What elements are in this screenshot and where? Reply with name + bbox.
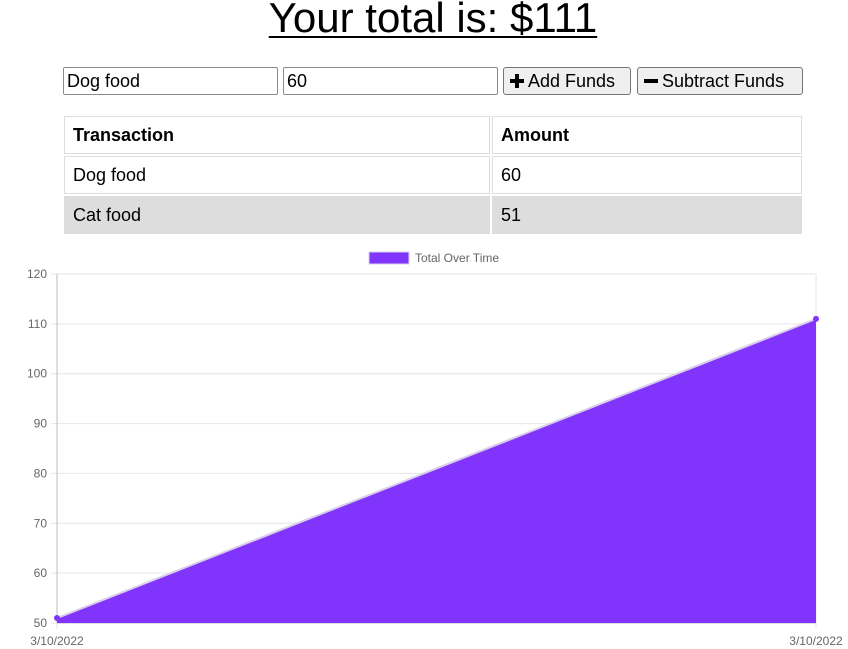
y-tick-label: 50 — [34, 616, 48, 630]
y-tick-label: 70 — [34, 516, 48, 530]
transaction-name-cell: Cat food — [64, 196, 490, 234]
y-tick-label: 90 — [34, 417, 48, 431]
column-header-amount: Amount — [492, 116, 802, 154]
add-funds-label: Add Funds — [528, 70, 616, 91]
data-point — [54, 615, 60, 622]
transactions-table: Transaction Amount Dog food 60 Cat food … — [62, 114, 804, 236]
x-tick-label: 3/10/2022 — [30, 634, 84, 648]
minus-icon — [644, 74, 658, 88]
transaction-amount-cell: 51 — [492, 196, 802, 234]
transaction-name-cell: Dog food — [64, 156, 490, 194]
table-header-row: Transaction Amount — [64, 116, 802, 154]
y-tick-label: 100 — [27, 367, 47, 381]
column-header-transaction: Transaction — [64, 116, 490, 154]
subtract-funds-label: Subtract Funds — [662, 70, 785, 91]
total-over-time-chart: 50 60 70 80 90 100 110 120 3/10/2022 3/10/2022 Tot… — [27, 251, 843, 648]
plus-icon — [510, 74, 524, 88]
table-row: Dog food 60 — [64, 156, 802, 194]
table-row: Cat food 51 — [64, 196, 802, 234]
add-funds-button[interactable]: Add Funds — [503, 67, 631, 95]
transaction-amount-cell: 60 — [492, 156, 802, 194]
data-point — [813, 315, 819, 322]
transaction-name-input[interactable] — [63, 67, 278, 95]
transaction-amount-input[interactable] — [283, 67, 498, 95]
x-tick-label: 3/10/2022 — [789, 634, 843, 648]
subtract-funds-button[interactable]: Subtract Funds — [637, 67, 803, 95]
y-tick-label: 60 — [34, 566, 48, 580]
total-heading: Your total is: $111 — [268, 0, 598, 41]
y-tick-label: 80 — [34, 466, 48, 480]
legend-label: Total Over Time — [415, 251, 499, 265]
legend-swatch — [368, 251, 410, 265]
y-tick-label: 120 — [27, 267, 47, 281]
y-tick-label: 110 — [28, 317, 47, 331]
